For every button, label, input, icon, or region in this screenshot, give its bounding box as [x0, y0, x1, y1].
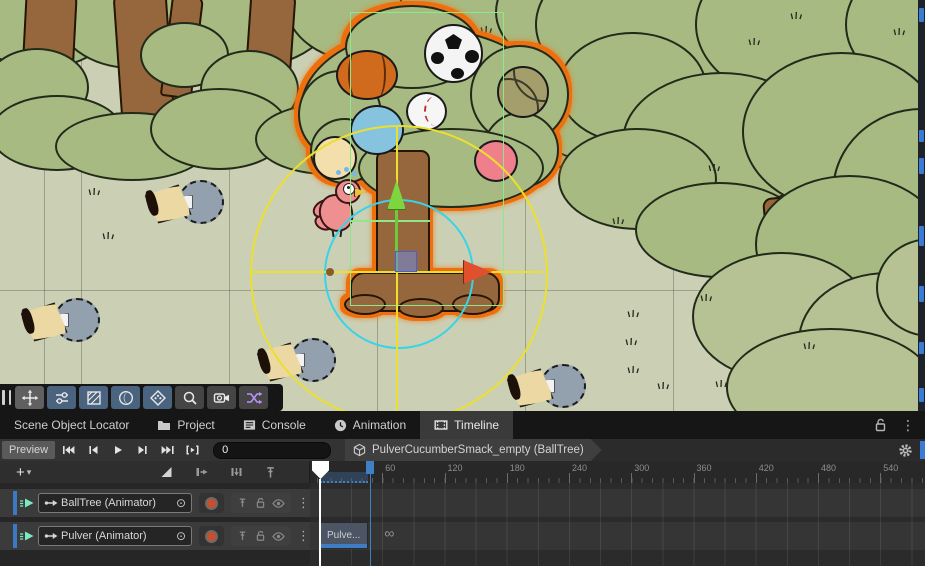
unlock-icon[interactable]	[255, 530, 266, 542]
track-binding-field[interactable]: Pulver (Animator) ⊙	[38, 526, 192, 546]
track-option-icons	[231, 493, 291, 513]
edge-accent	[920, 441, 925, 459]
horn-speaker[interactable]	[508, 362, 584, 411]
record-button[interactable]	[199, 493, 224, 513]
track-menu-kebab-icon[interactable]: ⋮	[297, 528, 310, 544]
unlock-icon[interactable]	[255, 497, 266, 509]
volleyball	[497, 66, 549, 118]
add-track-button[interactable]: +▾	[16, 465, 31, 480]
moon-shade-tool-button[interactable]	[111, 386, 140, 409]
animator-binding-icon	[44, 497, 58, 509]
track-menu-kebab-icon[interactable]: ⋮	[297, 495, 310, 511]
track-lanes[interactable]: Pulve... ∞	[310, 483, 925, 566]
animation-clip[interactable]: Pulve...	[320, 522, 368, 549]
play-range-button[interactable]	[180, 440, 205, 460]
tab-project[interactable]: Project	[143, 411, 228, 439]
duration-marker-line	[370, 461, 371, 566]
preview-toggle-button[interactable]: Preview	[2, 441, 55, 459]
unlock-icon[interactable]	[874, 418, 887, 432]
pin-button[interactable]	[264, 465, 277, 479]
horn-speaker[interactable]	[22, 296, 98, 346]
pin-icon[interactable]	[237, 497, 248, 509]
folder-icon	[157, 419, 171, 431]
editor-window: Scene Object Locator Project Console Ani…	[0, 0, 925, 566]
lane-balltree[interactable]	[310, 489, 925, 517]
timeline-panel: +▾ 060120180240300360420480540 BallTree …	[0, 461, 925, 566]
record-button[interactable]	[199, 526, 224, 546]
track-option-icons	[231, 526, 291, 546]
mixer-tool-button[interactable]	[47, 386, 76, 409]
scene-edge-scrollbar[interactable]	[918, 0, 925, 411]
film-icon	[434, 419, 448, 431]
timeline-ruler[interactable]: 060120180240300360420480540	[310, 461, 925, 483]
panel-tab-bar: Scene Object Locator Project Console Ani…	[0, 411, 925, 439]
tab-timeline[interactable]: Timeline	[420, 411, 513, 439]
breadcrumb[interactable]: PulverCucumberSmack_empty (BallTree)	[345, 439, 602, 461]
track-row-pulver[interactable]: Pulver (Animator) ⊙ ⋮	[0, 522, 310, 550]
animation-track-icon	[19, 496, 35, 510]
clip-extract-button[interactable]	[194, 465, 209, 479]
previous-frame-button[interactable]	[80, 440, 105, 460]
clock-icon	[334, 419, 347, 432]
track-name: Pulver (Animator)	[61, 530, 176, 542]
frame-input[interactable]	[213, 442, 331, 459]
curve-ramp-button[interactable]	[159, 465, 174, 479]
scene-view[interactable]	[0, 0, 925, 411]
search-tool-button[interactable]	[175, 386, 204, 409]
track-color-stripe	[13, 524, 17, 548]
console-icon	[243, 419, 256, 431]
horn-speaker[interactable]	[146, 178, 222, 228]
cube-icon	[353, 443, 366, 457]
timeline-toolbar: +▾	[0, 461, 310, 483]
palette-drag-handle[interactable]	[2, 390, 5, 405]
tab-console[interactable]: Console	[229, 411, 320, 439]
prefab-diamond-tool-button[interactable]	[143, 386, 172, 409]
camera-visibility-tool-button[interactable]	[207, 386, 236, 409]
next-frame-button[interactable]	[130, 440, 155, 460]
record-dot	[205, 497, 218, 510]
eye-icon[interactable]	[272, 531, 285, 542]
object-picker-icon[interactable]: ⊙	[176, 496, 186, 510]
move-tool-button[interactable]	[15, 386, 44, 409]
pivot-dot	[326, 268, 334, 276]
infinity-symbol: ∞	[384, 525, 394, 541]
track-header-list: BallTree (Animator) ⊙ ⋮ Pulver (Animator…	[0, 483, 310, 566]
timeline-settings-gear-button[interactable]	[898, 443, 913, 458]
tab-animation[interactable]: Animation	[320, 411, 420, 439]
track-name: BallTree (Animator)	[61, 497, 176, 509]
record-dot	[205, 530, 218, 543]
pin-icon[interactable]	[237, 530, 248, 542]
panel-menu-kebab-icon[interactable]: ⋮	[901, 417, 915, 434]
add-track-caret-icon: ▾	[27, 468, 32, 477]
track-binding-field[interactable]: BallTree (Animator) ⊙	[38, 493, 192, 513]
clip-insert-button[interactable]	[229, 465, 244, 479]
xy-plane-handle[interactable]	[395, 251, 417, 272]
tab-scene-object-locator[interactable]: Scene Object Locator	[0, 411, 143, 439]
play-button[interactable]	[105, 440, 130, 460]
breadcrumb-bar: PulverCucumberSmack_empty (BallTree)	[345, 439, 925, 461]
eye-icon[interactable]	[272, 498, 285, 509]
track-color-stripe	[13, 491, 17, 515]
track-row-balltree[interactable]: BallTree (Animator) ⊙ ⋮	[0, 489, 310, 517]
playhead-line	[319, 479, 321, 566]
animation-track-icon	[19, 529, 35, 543]
object-picker-icon[interactable]: ⊙	[176, 529, 186, 543]
go-to-end-button[interactable]	[155, 440, 180, 460]
lane-pulver[interactable]	[310, 522, 925, 550]
rotation-gizmo-inner[interactable]	[324, 199, 474, 349]
go-to-start-button[interactable]	[55, 440, 80, 460]
shuffle-tool-button[interactable]	[239, 386, 268, 409]
animator-binding-icon	[44, 530, 58, 542]
scene-tool-palette	[0, 384, 283, 411]
hatch-fill-tool-button[interactable]	[79, 386, 108, 409]
